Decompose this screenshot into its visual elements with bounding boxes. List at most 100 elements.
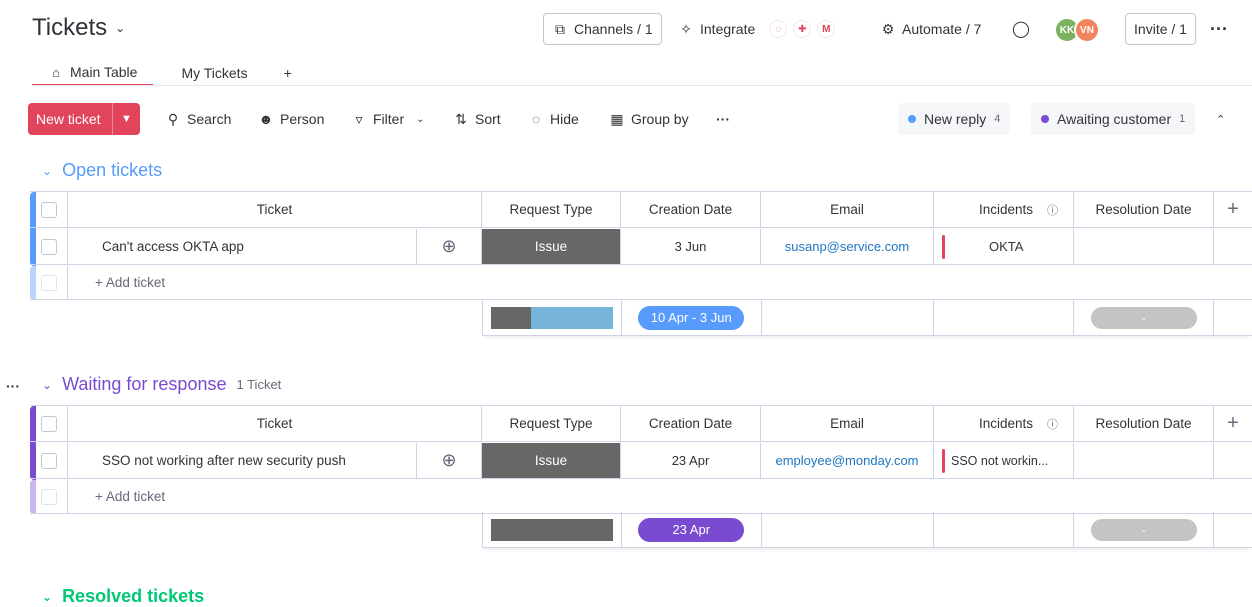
avatar[interactable]: VN (1074, 17, 1100, 43)
channels-button[interactable]: ⧉ Channels / 1 (543, 13, 662, 45)
email-summary (762, 300, 935, 335)
add-ticket-label[interactable]: + Add ticket (68, 275, 165, 290)
email-cell[interactable]: susanp@service.com (761, 229, 934, 264)
group-header-resolved[interactable]: ⌄ Resolved tickets (42, 586, 204, 607)
sort-label: Sort (475, 111, 501, 127)
automate-button[interactable]: ⚙ Automate / 7 (880, 13, 982, 45)
column-header-ticket[interactable]: Ticket (68, 192, 482, 227)
group-ticket-count: 1 Ticket (236, 377, 282, 392)
group-summary-row: 10 Apr - 3 Jun - (482, 300, 1252, 336)
column-header-resolution-date[interactable]: Resolution Date (1074, 192, 1214, 227)
automate-label: Automate / 7 (902, 21, 982, 37)
sort-button[interactable]: ⇅ Sort (453, 103, 501, 135)
ticket-name-cell[interactable]: Can't access OKTA app (68, 229, 417, 264)
awaiting-customer-pill[interactable]: Awaiting customer 1 (1031, 103, 1196, 135)
empty-cell (1214, 229, 1252, 264)
new-reply-pill[interactable]: New reply 4 (898, 103, 1011, 135)
column-header-email[interactable]: Email (761, 192, 934, 227)
filter-label: Filter (373, 111, 405, 127)
collapse-icon[interactable]: ⌃ (1216, 103, 1225, 135)
group-title[interactable]: Waiting for response (62, 374, 226, 395)
add-update-icon[interactable]: ⊕ (417, 443, 482, 478)
chevron-down-icon[interactable]: ⌄ (42, 378, 52, 392)
hide-button[interactable]: ◌ Hide (528, 103, 579, 135)
empty-date-pill: - (1090, 518, 1197, 541)
tab-main-table[interactable]: ⌂ Main Table (32, 58, 154, 86)
status-label: Issue (482, 443, 620, 478)
add-view-button[interactable]: + (264, 58, 308, 86)
resolution-date-cell[interactable] (1074, 229, 1214, 264)
row-checkbox[interactable] (30, 443, 68, 478)
request-type-summary[interactable] (483, 300, 622, 335)
person-filter-button[interactable]: ☻ Person (258, 103, 325, 135)
table-row[interactable]: SSO not working after new security push … (30, 443, 1252, 479)
add-ticket-row[interactable]: + Add ticket (30, 479, 1252, 514)
creation-date-summary[interactable]: 10 Apr - 3 Jun (622, 300, 762, 335)
chat-bubble-icon: ◯ (1012, 21, 1030, 38)
tab-label: Main Table (70, 64, 138, 80)
resolution-date-summary[interactable]: - (1074, 512, 1215, 547)
incident-link-bar (942, 234, 945, 259)
column-header-incidents[interactable]: Incidents ⓘ (934, 406, 1074, 441)
request-type-cell[interactable]: Issue (482, 229, 621, 264)
new-ticket-button[interactable]: New ticket ▼ (28, 103, 140, 135)
add-update-icon[interactable]: ⊕ (417, 229, 482, 264)
status-label: Issue (482, 229, 620, 264)
row-checkbox[interactable] (30, 229, 68, 264)
incidents-cell[interactable]: SSO not workin... (934, 443, 1074, 478)
plus-icon: + (283, 65, 292, 81)
chevron-down-icon: ⌄ (115, 21, 126, 35)
column-header-email[interactable]: Email (761, 406, 934, 441)
group-by-button[interactable]: ▦ Group by (609, 103, 688, 135)
select-all-checkbox[interactable] (30, 192, 68, 227)
chevron-down-icon[interactable]: ▼ (112, 103, 140, 135)
group-title[interactable]: Open tickets (62, 160, 162, 181)
resolution-date-cell[interactable] (1074, 443, 1214, 478)
info-icon[interactable]: ⓘ (1047, 416, 1058, 432)
date-range-pill: 23 Apr (638, 517, 745, 542)
add-ticket-row[interactable]: + Add ticket (30, 265, 1252, 300)
group-header-open[interactable]: ⌄ Open tickets (42, 160, 162, 181)
email-cell[interactable]: employee@monday.com (761, 443, 934, 478)
empty-cell (1214, 300, 1252, 335)
search-button[interactable]: ⚲ Search (165, 103, 232, 135)
updates-button[interactable]: ◯ (1012, 13, 1030, 45)
select-all-checkbox[interactable] (30, 406, 68, 441)
creation-date-cell[interactable]: 3 Jun (621, 229, 761, 264)
board-title[interactable]: Tickets ⌄ (32, 14, 125, 42)
column-header-resolution-date[interactable]: Resolution Date (1074, 406, 1214, 441)
creation-date-summary[interactable]: 23 Apr (622, 512, 762, 547)
filter-button[interactable]: ▿ Filter ⌄ (351, 103, 424, 135)
creation-date-cell[interactable]: 23 Apr (621, 443, 761, 478)
resolution-date-summary[interactable]: - (1074, 300, 1215, 335)
request-type-summary[interactable] (483, 512, 622, 547)
ticket-name-cell[interactable]: SSO not working after new security push (68, 443, 417, 478)
chevron-down-icon[interactable]: ⌄ (42, 164, 52, 178)
row-checkbox (30, 479, 68, 514)
column-header-ticket[interactable]: Ticket (68, 406, 482, 441)
request-type-cell[interactable]: Issue (482, 443, 621, 478)
column-header-request-type[interactable]: Request Type (482, 406, 621, 441)
column-header-creation-date[interactable]: Creation Date (621, 406, 761, 441)
table-row[interactable]: Can't access OKTA app ⊕ Issue 3 Jun susa… (30, 229, 1252, 265)
column-header-request-type[interactable]: Request Type (482, 192, 621, 227)
add-column-button[interactable]: + (1214, 406, 1252, 441)
integrate-button[interactable]: ✧ Integrate ◌ ✚ M (678, 13, 836, 45)
column-header-creation-date[interactable]: Creation Date (621, 192, 761, 227)
group-options-icon[interactable]: ··· (6, 378, 20, 394)
chevron-down-icon[interactable]: ⌄ (42, 590, 52, 604)
info-icon[interactable]: ⓘ (1047, 202, 1058, 218)
add-column-button[interactable]: + (1214, 192, 1252, 227)
group-header-waiting[interactable]: ⌄ Waiting for response 1 Ticket (42, 374, 281, 395)
more-options-icon[interactable]: ··· (716, 103, 730, 135)
column-header-incidents[interactable]: Incidents ⓘ (934, 192, 1074, 227)
tab-my-tickets[interactable]: My Tickets (153, 58, 263, 86)
incidents-cell[interactable]: OKTA (934, 229, 1074, 264)
view-tabs: ⌂ Main Table My Tickets + (32, 58, 308, 86)
more-options-icon[interactable]: ··· (1210, 13, 1228, 45)
top-bar: Tickets ⌄ ⧉ Channels / 1 ✧ Integrate ◌ ✚… (0, 0, 1252, 58)
invite-button[interactable]: Invite / 1 (1125, 13, 1196, 45)
group-title[interactable]: Resolved tickets (62, 586, 204, 607)
tab-label: My Tickets (181, 65, 248, 81)
add-ticket-label[interactable]: + Add ticket (68, 489, 165, 504)
